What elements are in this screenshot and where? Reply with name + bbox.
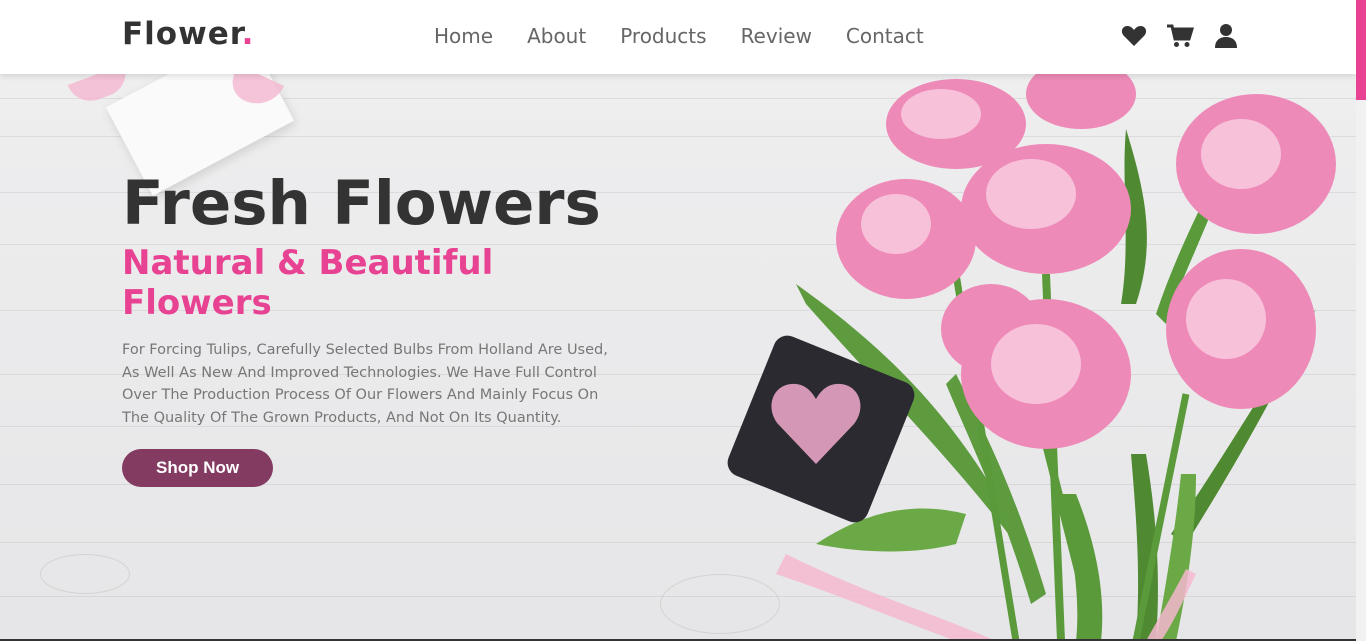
- hero-title: Fresh Flowers: [122, 168, 601, 239]
- page-scrollbar[interactable]: [1356, 0, 1366, 641]
- nav-home[interactable]: Home: [434, 24, 493, 48]
- tulip-bouquet-image: [727, 74, 1336, 641]
- nav-review[interactable]: Review: [741, 24, 812, 48]
- shop-now-button[interactable]: Shop Now: [122, 449, 274, 488]
- nav-about[interactable]: About: [527, 24, 586, 48]
- user-icon[interactable]: [1212, 22, 1240, 50]
- hero-subtitle: Natural & Beautiful Flowers: [122, 243, 494, 324]
- main-nav: Home About Products Review Contact: [434, 24, 958, 48]
- logo-text: Flower: [122, 16, 242, 52]
- nav-products[interactable]: Products: [620, 24, 706, 48]
- hero-description: For Forcing Tulips, Carefully Selected B…: [122, 342, 608, 426]
- cart-icon[interactable]: [1166, 22, 1195, 50]
- hero-section: Fresh Flowers Natural & Beautiful Flower…: [0, 74, 1356, 641]
- site-header: Flower. Home About Products Review Conta…: [0, 0, 1356, 74]
- hero-content: Fresh Flowers Natural & Beautiful Flower…: [122, 168, 622, 488]
- header-icons: [1120, 22, 1240, 50]
- nav-contact[interactable]: Contact: [846, 24, 924, 48]
- heart-icon[interactable]: [1120, 22, 1148, 50]
- scrollbar-thumb[interactable]: [1356, 0, 1366, 100]
- logo-dot: .: [241, 16, 255, 52]
- site-logo[interactable]: Flower.: [122, 16, 254, 52]
